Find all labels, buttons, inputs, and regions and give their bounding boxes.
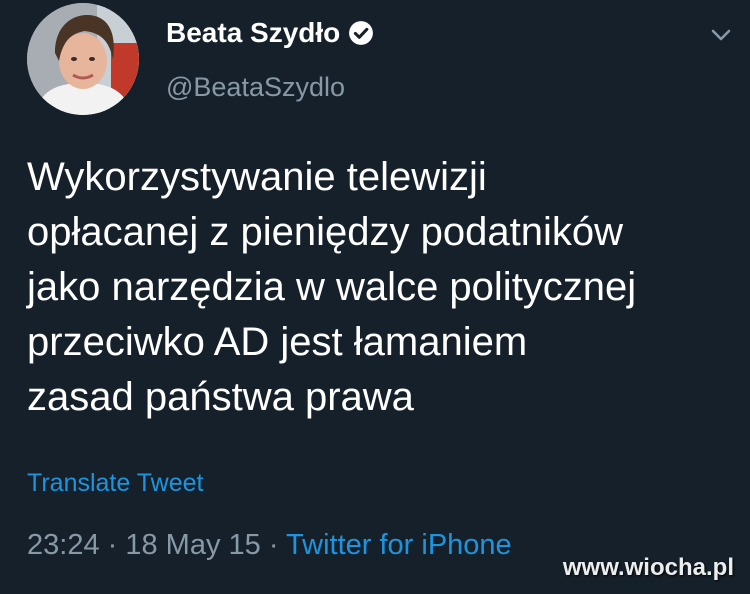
meta-separator: · xyxy=(260,529,287,561)
tweet-time[interactable]: 23:24 xyxy=(27,529,100,561)
author-handle[interactable]: @BeataSzydlo xyxy=(166,70,345,104)
author-avatar[interactable] xyxy=(27,3,139,115)
tweet-text-line: opłacanej z pieniędzy podatników xyxy=(27,210,623,254)
tweet-text-line: przeciwko AD jest łamaniem xyxy=(27,320,528,364)
tweet-text-line: jako narzędzia w walce politycznej xyxy=(27,265,637,309)
tweet-meta: 23:24 · 18 May 15 · Twitter for iPhone xyxy=(27,527,512,563)
tweet-source-link[interactable]: Twitter for iPhone xyxy=(286,529,512,561)
tweet-text: Wykorzystywanie telewizji opłacanej z pi… xyxy=(27,150,742,425)
watermark: www.wiocha.pl xyxy=(562,554,734,581)
chevron-down-icon[interactable] xyxy=(706,20,736,50)
author-display-name[interactable]: Beata Szydło xyxy=(166,14,340,52)
author-name-row[interactable]: Beata Szydło xyxy=(166,14,374,52)
verified-badge-icon xyxy=(349,21,374,45)
meta-separator: · xyxy=(99,529,126,561)
tweet-text-line: zasad państwa prawa xyxy=(27,375,414,419)
tweet-text-line: Wykorzystywanie telewizji xyxy=(27,155,487,199)
tweet-date[interactable]: 18 May 15 xyxy=(125,529,260,561)
translate-tweet-link[interactable]: Translate Tweet xyxy=(27,467,203,499)
avatar-photo-icon xyxy=(27,3,139,115)
